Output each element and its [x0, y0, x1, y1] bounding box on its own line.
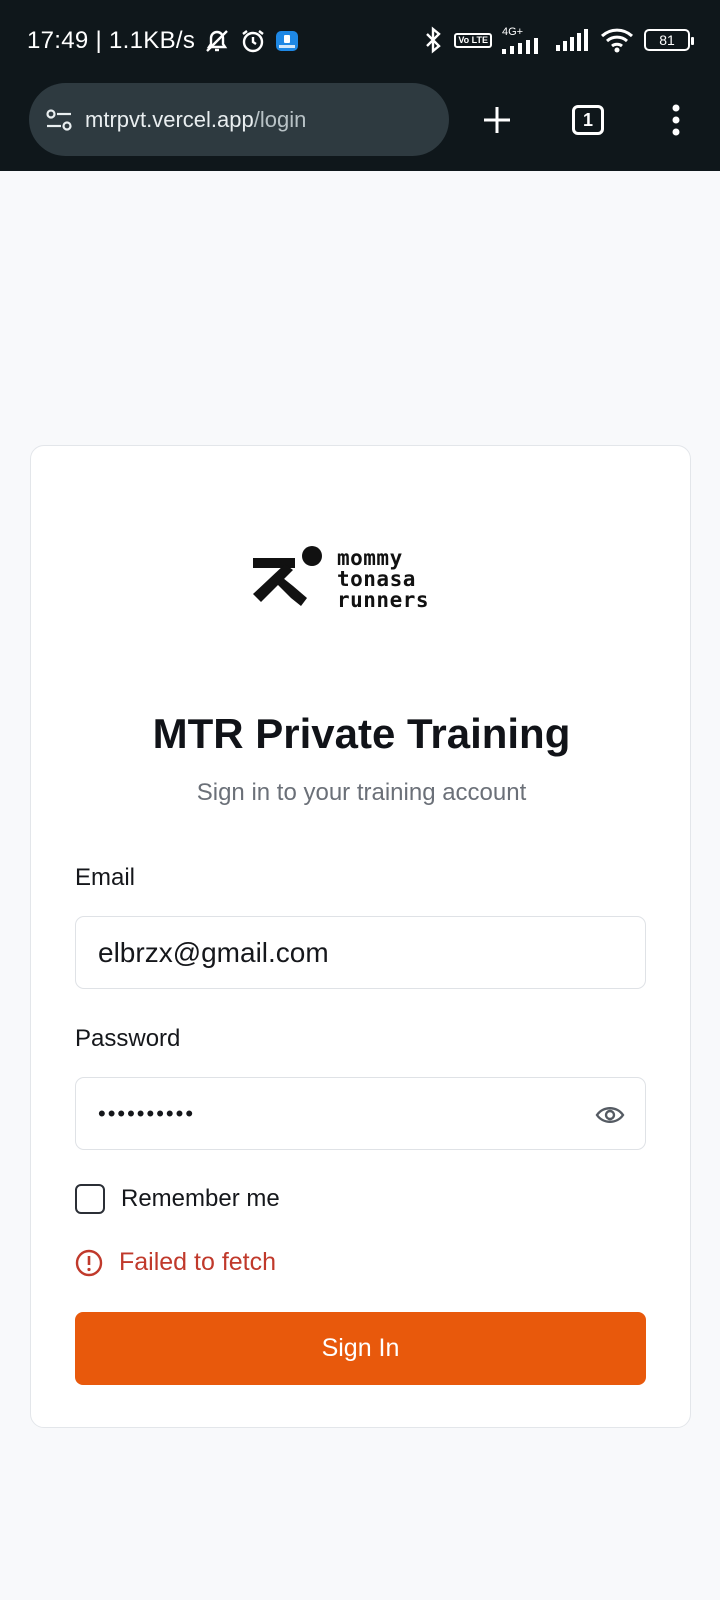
- error-text: Failed to fetch: [119, 1248, 277, 1276]
- status-bar: 17:49 | 1.1KB/s Vo LTE 4G+ 81: [0, 0, 720, 80]
- signal-icon-sim2: [556, 29, 590, 51]
- logo-line-3: runners: [337, 588, 430, 612]
- browser-chrome: 17:49 | 1.1KB/s Vo LTE 4G+ 81 mtrpvt.ver…: [0, 0, 720, 171]
- alarm-icon: [239, 27, 267, 55]
- mute-icon: [203, 27, 231, 55]
- url-host: mtrpvt.vercel.app: [85, 106, 254, 132]
- password-label: Password: [75, 1025, 181, 1052]
- password-field[interactable]: ••••••••••: [75, 1077, 646, 1150]
- logo-line-1: mommy: [337, 546, 403, 570]
- error-icon: [75, 1249, 103, 1276]
- address-bar[interactable]: mtrpvt.vercel.app/login: [29, 83, 449, 156]
- wifi-icon: [600, 26, 634, 54]
- sign-in-button[interactable]: Sign In: [75, 1312, 646, 1385]
- page-subtitle: Sign in to your training account: [196, 779, 527, 806]
- app-notification-icon: [275, 29, 299, 53]
- more-menu-icon: [672, 104, 680, 136]
- error-message: Failed to fetch: [75, 1248, 276, 1277]
- password-value: ••••••••••: [98, 1100, 196, 1126]
- runner-logo-icon: [253, 546, 322, 606]
- email-value: elbrzx@gmail.com: [98, 936, 329, 968]
- new-tab-icon: [484, 107, 510, 133]
- tab-switcher-icon: 1: [572, 105, 604, 135]
- page-title: MTR Private Training: [152, 710, 571, 757]
- login-card: mommy tonasa runners MTR Private Trainin…: [30, 445, 691, 1428]
- browser-toolbar: mtrpvt.vercel.app/login 1: [0, 80, 720, 171]
- signal-icon: 4G+: [502, 25, 546, 54]
- site-settings-icon[interactable]: [45, 106, 73, 134]
- more-menu-button[interactable]: [650, 94, 702, 146]
- battery-icon: 81: [644, 29, 694, 51]
- logo-wordmark: mommy tonasa runners: [337, 548, 429, 611]
- url-path: /login: [253, 106, 307, 132]
- email-label: Email: [75, 864, 136, 891]
- logo-line-2: tonasa: [337, 567, 416, 591]
- status-time-speed: 17:49 | 1.1KB/s: [27, 27, 196, 54]
- remember-me-label[interactable]: Remember me: [121, 1185, 280, 1213]
- new-tab-button[interactable]: [471, 94, 523, 146]
- volte-badge: Vo LTE: [454, 32, 492, 48]
- brand-logo: mommy tonasa runners: [251, 546, 481, 618]
- tab-switcher-button[interactable]: 1: [562, 94, 614, 146]
- show-password-icon[interactable]: [595, 1100, 625, 1130]
- bluetooth-icon: [422, 26, 444, 54]
- url-text[interactable]: mtrpvt.vercel.app/login: [85, 107, 306, 133]
- battery-level: 81: [659, 32, 675, 48]
- network-type: 4G+: [502, 25, 524, 38]
- email-field[interactable]: elbrzx@gmail.com: [75, 916, 646, 989]
- remember-me-row[interactable]: Remember me: [75, 1184, 280, 1214]
- remember-me-checkbox[interactable]: [75, 1184, 105, 1214]
